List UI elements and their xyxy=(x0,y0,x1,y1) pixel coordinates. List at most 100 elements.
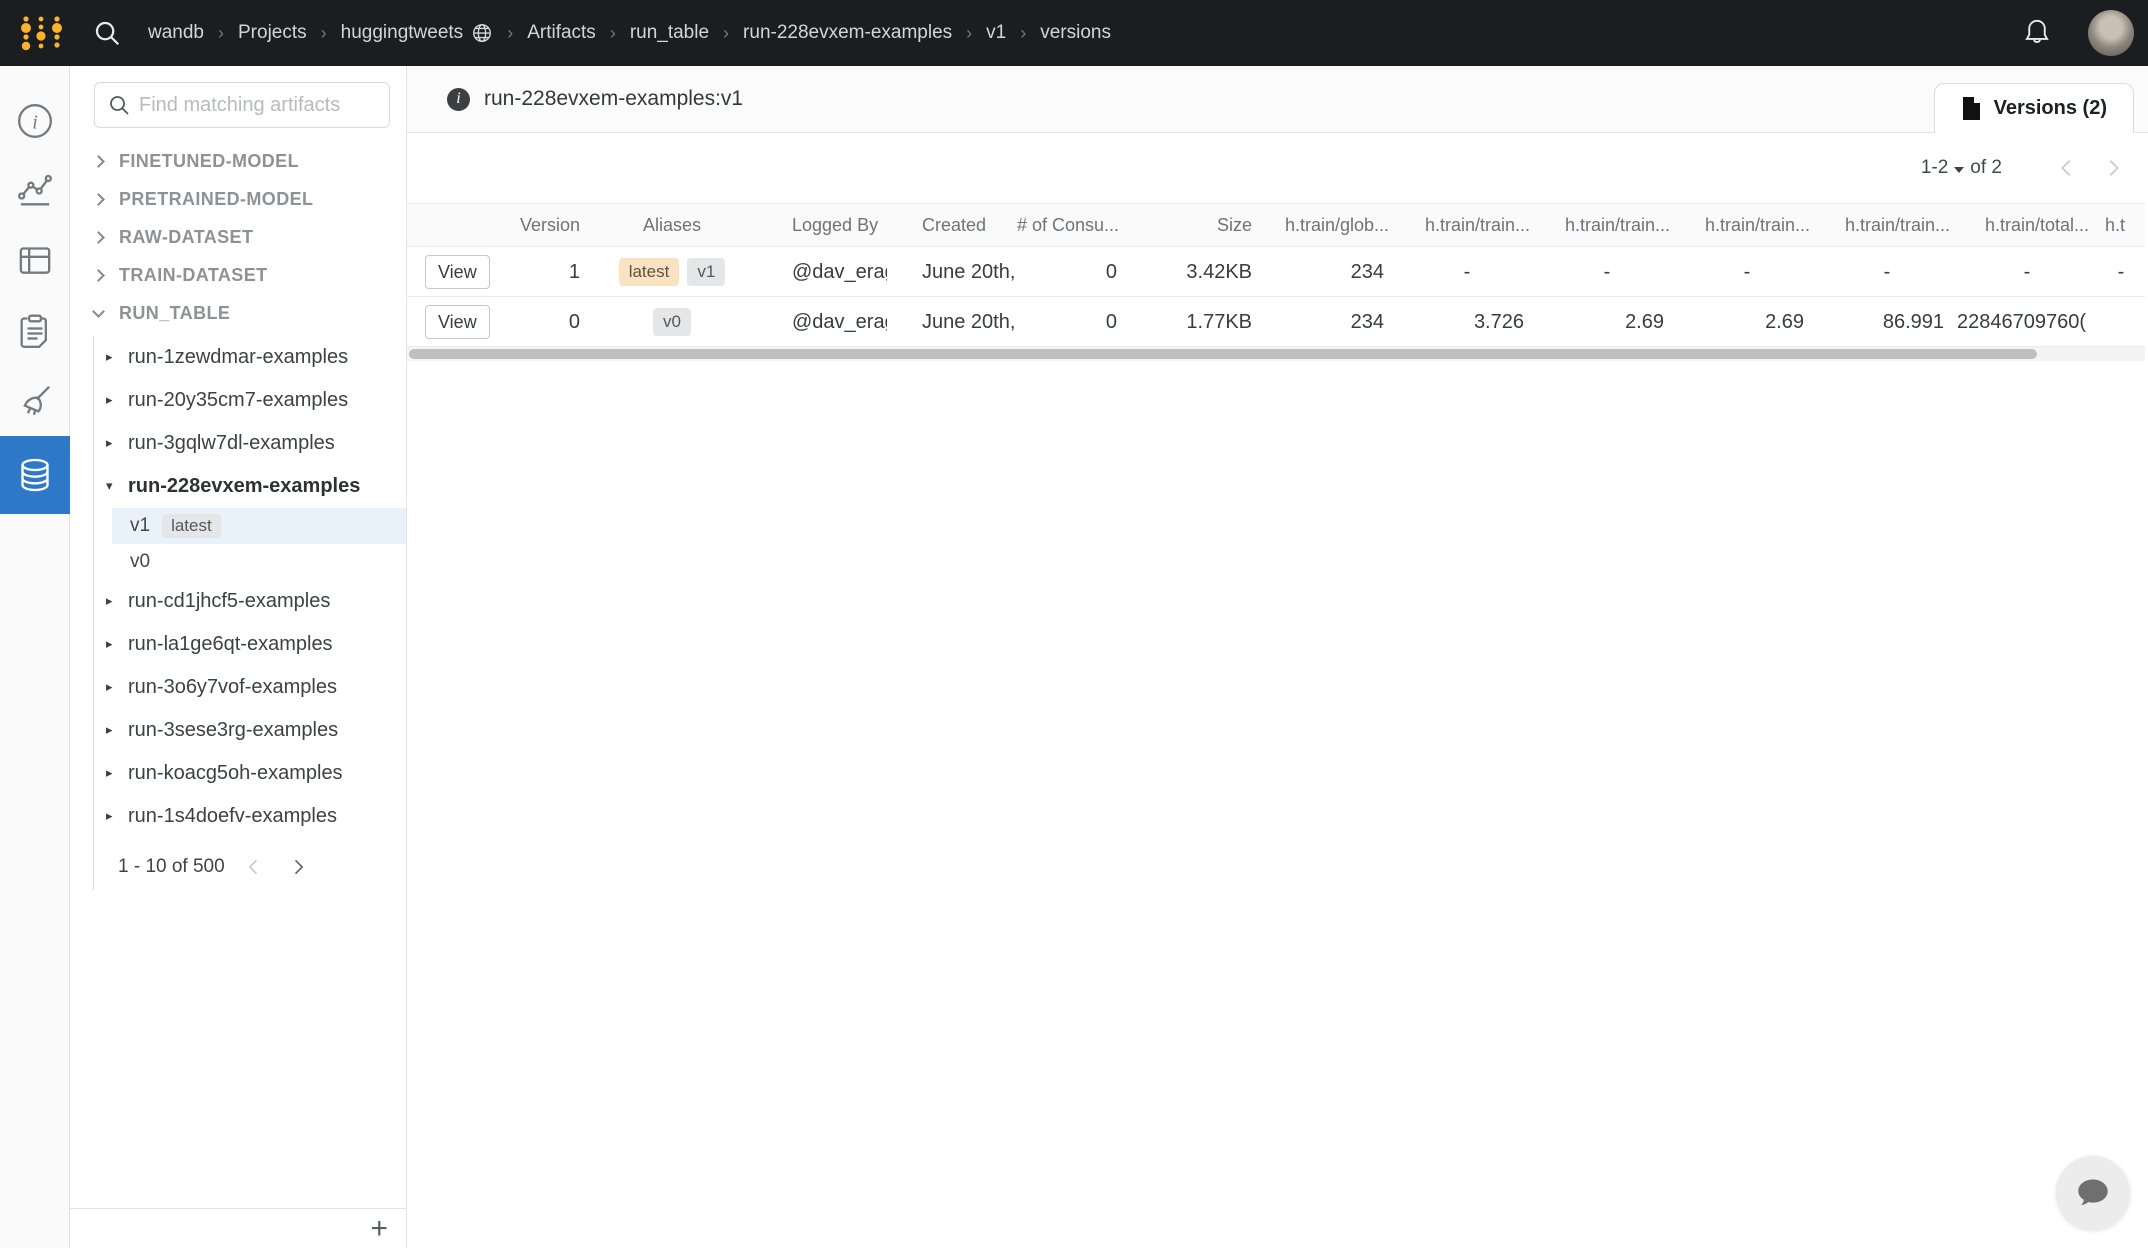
page-range: 1-2 xyxy=(1921,157,1948,179)
artifact-name: run-1s4doefv-examples xyxy=(128,805,337,828)
column-header-metric: h.train/glob... xyxy=(1257,204,1397,246)
cell-metric: - xyxy=(2097,247,2145,296)
cell-size: 1.77KB xyxy=(1142,297,1257,346)
version-label: v1 xyxy=(130,515,150,537)
artifact-browser-panel: FINETUNED-MODEL PRETRAINED-MODEL RAW-DAT… xyxy=(70,66,407,1248)
prev-page-icon[interactable] xyxy=(2050,151,2084,185)
page-of-label: of 2 xyxy=(1970,157,2002,179)
cell-consumers: 0 xyxy=(1017,247,1142,296)
breadcrumb-separator: › xyxy=(723,23,729,44)
cell-metric: - xyxy=(1677,247,1817,296)
tree-category-raw-dataset[interactable]: RAW-DATASET xyxy=(70,218,406,256)
tree-item-artifact[interactable]: ▸ run-20y35cm7-examples xyxy=(94,379,406,422)
rail-item-sweeps[interactable] xyxy=(0,366,70,436)
versions-tab[interactable]: Versions (2) xyxy=(1934,83,2134,133)
breadcrumb-projects[interactable]: Projects xyxy=(238,22,307,44)
table-toolbar: 1-2 of 2 xyxy=(407,133,2148,203)
versions-table: Version Aliases Logged By Created # of C… xyxy=(407,203,2148,361)
info-filled-icon[interactable]: i xyxy=(447,88,470,111)
category-label: RAW-DATASET xyxy=(119,227,253,248)
run-table-group: ▸ run-1zewdmar-examples ▸ run-20y35cm7-e… xyxy=(93,336,406,890)
topbar-right xyxy=(2022,10,2134,56)
breadcrumb-separator: › xyxy=(321,23,327,44)
chevron-down-icon xyxy=(92,305,105,318)
breadcrumb-artifacts[interactable]: Artifacts xyxy=(527,22,596,44)
column-header-metric: h.train/train... xyxy=(1537,204,1677,246)
tree-item-artifact[interactable]: ▸ run-3sese3rg-examples xyxy=(94,709,406,752)
category-label: RUN_TABLE xyxy=(119,303,230,324)
cell-aliases: v0 xyxy=(592,297,752,346)
column-header-view xyxy=(407,204,492,246)
rail-item-charts[interactable] xyxy=(0,156,70,226)
breadcrumb-versions-page[interactable]: versions xyxy=(1040,22,1111,44)
column-header-metric: h.train/train... xyxy=(1677,204,1817,246)
artifact-search-input[interactable] xyxy=(139,94,377,117)
cell-logged-by[interactable]: @dav_erage xyxy=(752,297,887,346)
artifact-detail-main: i run-228evxem-examples:v1 Versions (2) … xyxy=(407,66,2148,1248)
tree-category-train-dataset[interactable]: TRAIN-DATASET xyxy=(70,256,406,294)
cell-metric: - xyxy=(1537,247,1677,296)
cell-logged-by[interactable]: @dav_erage xyxy=(752,247,887,296)
view-button[interactable]: View xyxy=(425,305,490,339)
tree-next-page-icon[interactable] xyxy=(283,852,313,882)
triangle-right-icon: ▸ xyxy=(106,393,128,408)
cell-consumers: 0 xyxy=(1017,297,1142,346)
tree-prev-page-icon[interactable] xyxy=(239,852,269,882)
cell-metric: 3.726 xyxy=(1397,297,1537,346)
breadcrumb-separator: › xyxy=(966,23,972,44)
breadcrumb-artifact-name[interactable]: run-228evxem-examples xyxy=(743,22,952,44)
scrollbar-thumb[interactable] xyxy=(409,349,2037,359)
table-icon xyxy=(15,241,55,281)
tree-item-artifact[interactable]: ▸ run-cd1jhcf5-examples xyxy=(94,580,406,623)
rail-item-artifacts[interactable] xyxy=(0,436,70,514)
support-chat-button[interactable] xyxy=(2056,1156,2130,1230)
notifications-bell-icon[interactable] xyxy=(2022,17,2052,49)
tree-item-artifact-expanded[interactable]: ▾ run-228evxem-examples xyxy=(94,465,406,508)
category-label: FINETUNED-MODEL xyxy=(119,151,299,172)
top-navbar: wandb › Projects › huggingtweets › Artif… xyxy=(0,0,2148,66)
tree-item-artifact[interactable]: ▸ run-la1ge6qt-examples xyxy=(94,623,406,666)
tree-category-run-table[interactable]: RUN_TABLE xyxy=(70,294,406,332)
cell-created: June 20th, 2 xyxy=(887,297,1017,346)
tree-item-artifact[interactable]: ▸ run-3o6y7vof-examples xyxy=(94,666,406,709)
rail-item-reports[interactable] xyxy=(0,296,70,366)
rail-item-tables[interactable] xyxy=(0,226,70,296)
triangle-right-icon: ▸ xyxy=(106,766,128,781)
artifact-tree: FINETUNED-MODEL PRETRAINED-MODEL RAW-DAT… xyxy=(70,142,406,890)
breadcrumb-project[interactable]: huggingtweets xyxy=(341,22,464,44)
tree-version-v0[interactable]: v0 xyxy=(112,544,406,580)
breadcrumb-entity[interactable]: wandb xyxy=(148,22,204,44)
column-header-consumers: # of Consu... xyxy=(1017,204,1142,246)
triangle-right-icon: ▸ xyxy=(106,350,128,365)
cell-metric: 22846709760( xyxy=(1957,297,2097,346)
user-avatar[interactable] xyxy=(2088,10,2134,56)
tree-pagination-label: 1 - 10 of 500 xyxy=(118,856,225,878)
cell-metric: 86.991 xyxy=(1817,297,1957,346)
rail-item-overview[interactable]: i xyxy=(0,86,70,156)
cell-metric: 2.69 xyxy=(1677,297,1817,346)
breadcrumb-artifact-type[interactable]: run_table xyxy=(630,22,709,44)
globe-icon xyxy=(471,22,493,44)
cell-metric: - xyxy=(1957,247,2097,296)
breadcrumb-version[interactable]: v1 xyxy=(986,22,1006,44)
tree-category-finetuned-model[interactable]: FINETUNED-MODEL xyxy=(70,142,406,180)
tree-item-artifact[interactable]: ▸ run-1s4doefv-examples xyxy=(94,795,406,838)
tree-item-artifact[interactable]: ▸ run-3gqlw7dl-examples xyxy=(94,422,406,465)
add-artifact-button[interactable]: + xyxy=(370,1214,388,1244)
global-search-icon[interactable] xyxy=(92,18,122,48)
cell-metric: - xyxy=(1817,247,1957,296)
alias-badge-version: v0 xyxy=(653,308,691,336)
search-icon xyxy=(107,93,131,117)
breadcrumb-separator: › xyxy=(218,23,224,44)
tree-item-artifact[interactable]: ▸ run-koacg5oh-examples xyxy=(94,752,406,795)
cell-metric: 234 xyxy=(1257,247,1397,296)
triangle-right-icon: ▸ xyxy=(106,436,128,451)
page-range-dropdown[interactable]: 1-2 of 2 xyxy=(1921,157,2002,179)
tree-version-v1[interactable]: v1 latest xyxy=(112,508,406,544)
next-page-icon[interactable] xyxy=(2096,151,2130,185)
view-button[interactable]: View xyxy=(425,255,490,289)
column-header-metric: h.train/train... xyxy=(1817,204,1957,246)
tree-item-artifact[interactable]: ▸ run-1zewdmar-examples xyxy=(94,336,406,379)
wandb-logo-icon[interactable] xyxy=(16,13,68,53)
tree-category-pretrained-model[interactable]: PRETRAINED-MODEL xyxy=(70,180,406,218)
